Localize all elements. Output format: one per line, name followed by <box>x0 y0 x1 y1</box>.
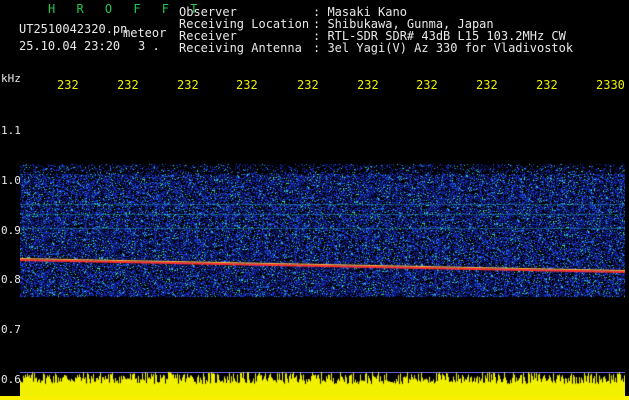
x-tick-8: 232 <box>476 78 498 92</box>
frame-index: 3 . <box>138 39 160 53</box>
y-tick-0-9: 0.9 <box>1 224 21 237</box>
field-antenna-value: : 3el Yagi(V) Az 330 for Vladivostok <box>313 41 574 55</box>
x-tick-4: 232 <box>236 78 258 92</box>
datetime: 25.10.04 23:20 <box>19 39 121 53</box>
x-tick-6: 232 <box>357 78 379 92</box>
x-tick-3: 232 <box>177 78 199 92</box>
x-tick-5: 232 <box>297 78 319 92</box>
field-antenna-label: Receiving Antenna <box>179 41 302 55</box>
spectrogram <box>20 96 625 370</box>
y-tick-0-7: 0.7 <box>1 323 21 336</box>
power-floor-band <box>0 396 629 400</box>
x-tick-7: 232 <box>416 78 438 92</box>
y-tick-0-8: 0.8 <box>1 273 21 286</box>
x-tick-10: 2330 <box>596 78 625 92</box>
mode-label: meteor <box>123 26 167 40</box>
power-trace <box>20 370 625 396</box>
y-tick-0-6: 0.6 <box>1 373 21 386</box>
file-name: UT2510042320.pn <box>19 22 128 36</box>
x-tick-9: 232 <box>536 78 558 92</box>
frequency-unit-label: kHz <box>1 72 21 85</box>
y-tick-1-1: 1.1 <box>1 124 21 137</box>
x-tick-1: 232 <box>57 78 79 92</box>
y-tick-1-0: 1.0 <box>1 174 21 187</box>
x-tick-2: 232 <box>117 78 139 92</box>
